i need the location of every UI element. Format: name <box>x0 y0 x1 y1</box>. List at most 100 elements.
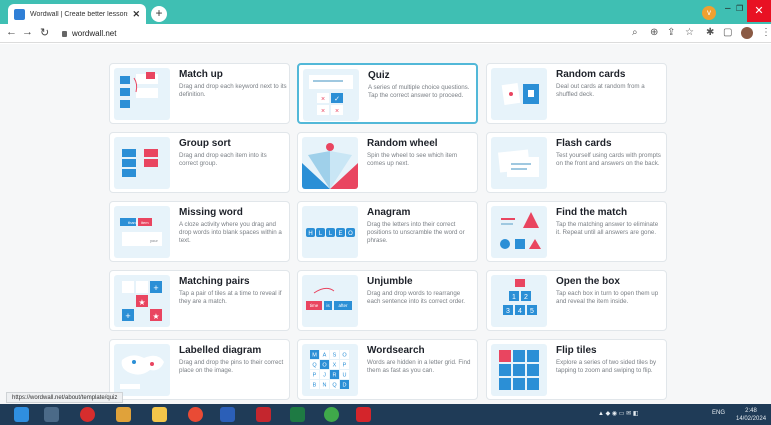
chrome-icon[interactable] <box>188 407 203 422</box>
browser-tab-strip: Wordwall | Create better lessons ✕ + v –… <box>0 0 771 24</box>
side-panel-icon[interactable]: ▢ <box>723 27 732 38</box>
box-number: 1 <box>512 294 516 301</box>
wordsearch-letter: N <box>323 383 327 389</box>
card-title: Wordsearch <box>367 345 425 356</box>
acrobat-icon[interactable] <box>356 407 371 422</box>
find-the-match-thumbnail <box>491 206 547 258</box>
card-description: A series of multiple choice questions. T… <box>368 84 470 99</box>
excel-icon[interactable] <box>290 407 305 422</box>
minimize-button[interactable]: – <box>725 3 731 14</box>
task-view-icon[interactable] <box>44 407 59 422</box>
random-wheel-thumbnail <box>302 137 358 189</box>
forward-button[interactable]: → <box>22 26 33 38</box>
missing-word-chip: item <box>141 220 149 225</box>
restore-button[interactable]: ❐ <box>736 4 743 13</box>
card-labelled-diagram[interactable]: Labelled diagram Drag and drop the pins … <box>109 339 290 400</box>
share-icon[interactable]: ⇪ <box>667 27 675 38</box>
new-tab-button[interactable]: + <box>151 6 167 22</box>
card-missing-word[interactable]: thank item your Missing word A cloze act… <box>109 201 290 262</box>
search-icon[interactable]: ⌕ <box>632 27 638 38</box>
card-matching-pairs[interactable]: + + ★ ★ Matching pairs Tap a pair of til… <box>109 270 290 331</box>
address-url: wordwall.net <box>72 29 117 38</box>
template-gallery: Match up Drag and drop each keyword next… <box>0 44 771 404</box>
card-description: Tap each box in turn to open them up and… <box>556 290 659 305</box>
card-description: Explore a series of two sided tiles by t… <box>556 359 657 374</box>
card-open-the-box[interactable]: 1 2 3 4 5 Open the box Tap each box in t… <box>486 270 667 331</box>
lock-icon <box>62 30 67 37</box>
wordsearch-letter: S <box>333 353 337 359</box>
tab-close-icon[interactable]: ✕ <box>132 9 140 20</box>
match-up-thumbnail <box>114 68 170 120</box>
box-number: 5 <box>530 308 534 315</box>
window-close-button[interactable]: ✕ <box>747 0 771 22</box>
unjumble-word: time <box>310 303 319 308</box>
svg-text:★: ★ <box>138 298 145 307</box>
missing-word-chip: your <box>150 238 158 243</box>
random-cards-thumbnail <box>491 68 547 120</box>
wordsearch-letter: O <box>342 353 347 359</box>
card-group-sort[interactable]: Group sort Drag and drop each item into … <box>109 132 290 193</box>
unjumble-word: after <box>338 303 348 308</box>
reload-button[interactable]: ↻ <box>40 26 49 39</box>
svg-text:✓: ✓ <box>334 96 340 103</box>
back-button[interactable]: ← <box>6 26 17 38</box>
clock-date: 14/02/2024 <box>736 416 767 422</box>
avatar[interactable] <box>741 27 753 39</box>
extensions-icon[interactable]: ✱ <box>706 27 714 38</box>
card-flash-cards[interactable]: Flash cards Test yourself using cards wi… <box>486 132 667 193</box>
browser-toolbar: ← → ↻ wordwall.net ⌕ ⊕ ⇪ ☆ ✱ ▢ ⋮ <box>0 24 771 43</box>
anagram-letter: E <box>338 231 342 237</box>
flash-cards-thumbnail <box>491 137 547 189</box>
wordsearch-letter: B <box>313 383 317 389</box>
address-bar[interactable]: wordwall.net <box>62 26 622 41</box>
chrome-active-icon[interactable] <box>324 407 339 422</box>
app-icon[interactable] <box>256 407 271 422</box>
card-random-cards[interactable]: Random cards Deal out cards at random fr… <box>486 63 667 124</box>
card-anagram[interactable]: H L L E O Anagram Drag the letters into … <box>297 201 478 262</box>
card-match-up[interactable]: Match up Drag and drop each keyword next… <box>109 63 290 124</box>
wordsearch-letter: U <box>343 373 347 379</box>
svg-text:+: + <box>153 283 158 293</box>
opera-icon[interactable] <box>80 407 95 422</box>
card-quiz[interactable]: × ✓ × × Quiz A series of multiple choice… <box>297 63 478 124</box>
anagram-letter: O <box>348 231 353 237</box>
card-title: Matching pairs <box>179 276 250 287</box>
card-title: Group sort <box>179 138 231 149</box>
wordsearch-letter: D <box>343 383 347 389</box>
wordsearch-letter: J <box>323 373 326 379</box>
card-description: Drag and drop each keyword next to its d… <box>179 83 287 98</box>
anagram-letter: H <box>308 231 312 237</box>
system-clock[interactable]: 2:48 14/02/2024 <box>736 407 766 423</box>
wordsearch-letter: M <box>312 353 317 359</box>
card-unjumble[interactable]: time is after Unjumble Drag and drop wor… <box>297 270 478 331</box>
file-explorer-icon[interactable] <box>152 407 167 422</box>
card-title: Labelled diagram <box>179 345 262 356</box>
windows-start-icon[interactable] <box>14 407 29 422</box>
bookmark-star-icon[interactable]: ☆ <box>685 27 694 38</box>
card-random-wheel[interactable]: Random wheel Spin the wheel to see which… <box>297 132 478 193</box>
card-flip-tiles[interactable]: Flip tiles Explore a series of two sided… <box>486 339 667 400</box>
zoom-icon[interactable]: ⊕ <box>650 27 658 38</box>
word-icon[interactable] <box>220 407 235 422</box>
labelled-diagram-thumbnail <box>114 344 170 396</box>
system-tray-icons[interactable]: ▲ ◆ ◉ ▭ ✉ ◧ <box>598 410 639 417</box>
box-number: 2 <box>524 294 528 301</box>
card-wordsearch[interactable]: MASOQOXPPJRUBNQD Wordsearch Words are hi… <box>297 339 478 400</box>
browser-tab[interactable]: Wordwall | Create better lessons ✕ <box>8 4 146 24</box>
card-title: Match up <box>179 69 223 80</box>
wordwall-favicon-icon <box>14 8 25 20</box>
wordsearch-letter: P <box>313 373 317 379</box>
menu-icon[interactable]: ⋮ <box>761 27 771 38</box>
card-title: Find the match <box>556 207 628 218</box>
card-title: Open the box <box>556 276 620 287</box>
svg-text:×: × <box>335 108 339 115</box>
app-icon[interactable] <box>116 407 131 422</box>
card-description: Spin the wheel to see which item comes u… <box>367 152 458 167</box>
language-indicator[interactable]: ENG <box>712 410 725 416</box>
profile-button[interactable]: v <box>702 6 716 20</box>
card-description: Drag the letters into their correct posi… <box>367 221 465 244</box>
flip-tiles-thumbnail <box>491 344 547 396</box>
status-url-tooltip: https://wordwall.net/about/template/quiz <box>6 392 124 403</box>
card-find-the-match[interactable]: Find the match Tap the matching answer t… <box>486 201 667 262</box>
wordsearch-letter: A <box>323 353 327 359</box>
